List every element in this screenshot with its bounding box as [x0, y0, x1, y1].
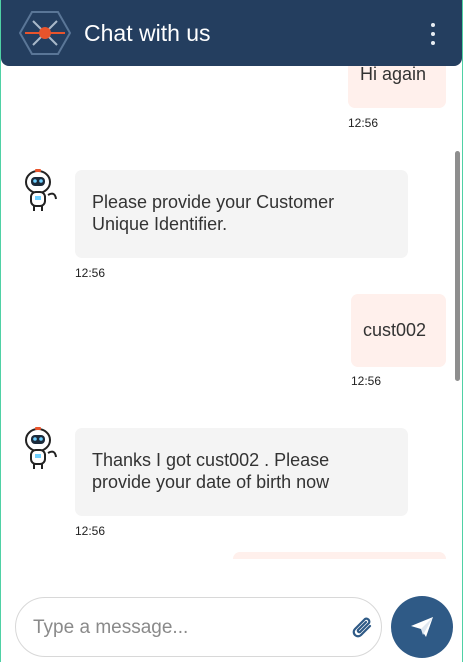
bot-message: Please provide your Customer Unique Iden… — [75, 170, 408, 258]
robot-avatar-icon — [25, 169, 57, 211]
message-input[interactable] — [31, 612, 335, 644]
chat-widget: Chat with us Hi again 12:56 Please provi… — [0, 0, 463, 662]
user-message: Hi again — [348, 66, 446, 108]
message-text: cust002 — [363, 320, 427, 340]
send-button[interactable] — [391, 596, 453, 658]
message-time: 12:56 — [351, 374, 382, 388]
message-time: 12:56 — [348, 116, 379, 130]
message-composer — [15, 597, 382, 657]
bot-message: Thanks I got cust002 . Please provide yo… — [75, 428, 408, 516]
message-text: Hi again — [360, 66, 427, 84]
message-time: 12:56 — [75, 524, 106, 538]
chat-title: Chat with us — [84, 20, 211, 46]
user-message — [233, 552, 446, 559]
robot-avatar-icon — [25, 427, 57, 469]
paperclip-icon[interactable] — [350, 614, 376, 642]
message-text: Please provide your Customer Unique Iden… — [92, 192, 335, 234]
user-message: cust002 — [351, 294, 446, 367]
message-list: Hi again 12:56 Please provide your Custo… — [1, 66, 462, 559]
message-time: 12:56 — [75, 266, 106, 280]
more-vertical-icon[interactable] — [426, 23, 440, 45]
message-text: Thanks I got cust002 . Please provide yo… — [92, 450, 330, 492]
paper-plane-icon — [411, 617, 433, 637]
message-list-scrollbar[interactable] — [455, 151, 460, 381]
drone-hexagon-logo-icon — [19, 11, 71, 55]
chat-header: Chat with us — [1, 0, 462, 66]
